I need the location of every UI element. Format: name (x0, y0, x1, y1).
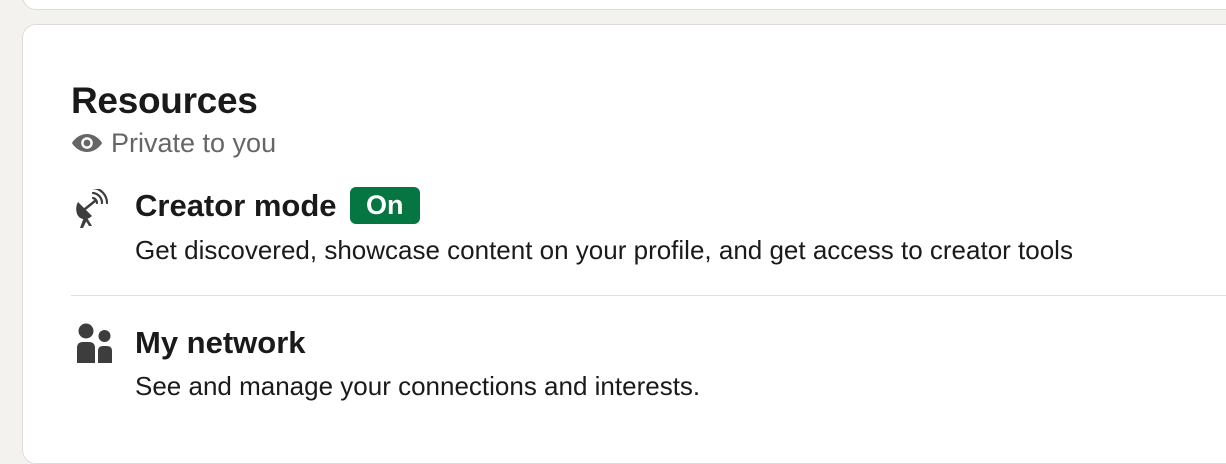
creator-mode-status-badge: On (350, 187, 420, 224)
people-icon (77, 323, 112, 363)
my-network-description: See and manage your connections and inte… (135, 371, 701, 401)
divider (71, 295, 1226, 296)
privacy-indicator: Private to you (71, 127, 276, 159)
eye-icon (72, 134, 102, 152)
creator-mode-description: Get discovered, showcase content on your… (135, 235, 1073, 265)
previous-card (22, 0, 1226, 10)
satellite-dish-icon (76, 189, 109, 228)
resources-card: Resources Private to you Creator mode On… (22, 24, 1226, 464)
resource-item-creator-mode[interactable]: Creator mode On Get discovered, showcase… (71, 187, 1226, 287)
resources-title: Resources (71, 80, 258, 121)
my-network-title[interactable]: My network (135, 324, 306, 362)
creator-mode-title[interactable]: Creator mode (135, 187, 337, 225)
privacy-label: Private to you (111, 128, 277, 158)
resource-item-my-network[interactable]: My network See and manage your connectio… (71, 323, 1226, 423)
